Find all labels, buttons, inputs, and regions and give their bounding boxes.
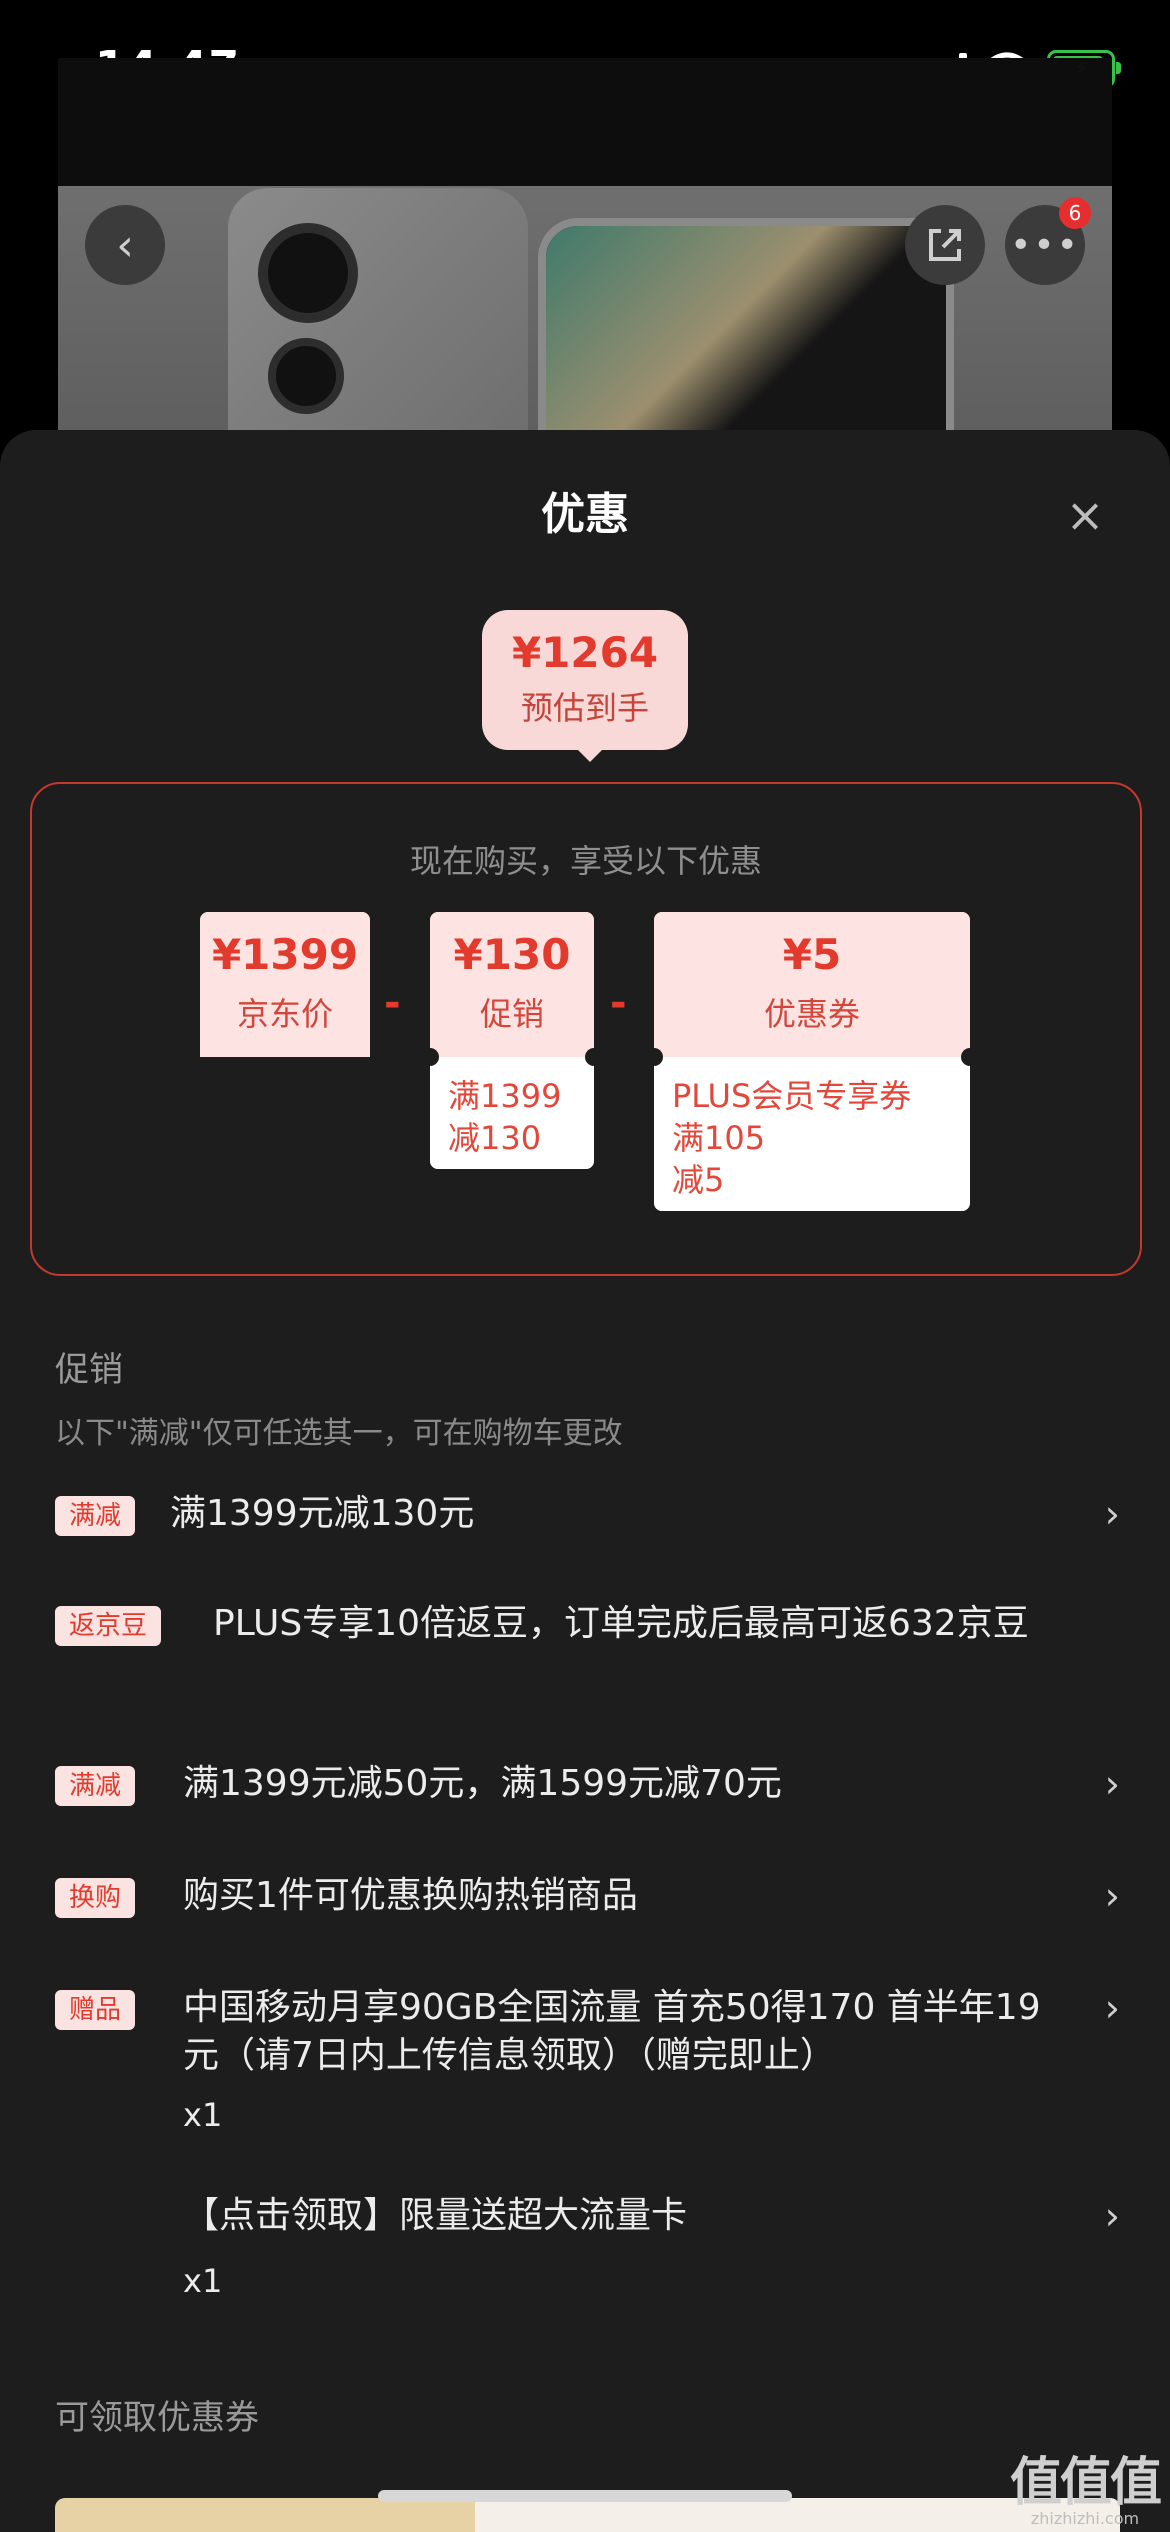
chevron-right-icon: › xyxy=(1104,1492,1120,1536)
promo-tag: 满减 xyxy=(55,1496,136,1536)
close-button[interactable]: × xyxy=(1060,490,1110,540)
card-detail-line: 减130 xyxy=(448,1119,542,1157)
card-price: ¥1399 xyxy=(211,930,359,979)
camera-lens xyxy=(268,338,344,414)
watermark-logo: 值值值 xyxy=(1009,2453,1162,2513)
estimated-price-label: 预估到手 xyxy=(520,689,649,727)
promo-item[interactable]: 换购 购买1件可优惠换购热销商品 › xyxy=(55,1872,1120,1932)
watermark: 值值值 zhizhizhi.com xyxy=(1009,2440,1162,2528)
promo-qty: x1 xyxy=(183,2262,223,2300)
phone-back-image xyxy=(228,188,528,438)
promo-text: 【点击领取】限量送超大流量卡 xyxy=(183,2195,688,2236)
promo-text: 中国移动月享90GB全国流量 首充50得170 首半年19元（请7日内上传信息领… xyxy=(183,1987,1041,2076)
sheet-title: 优惠 xyxy=(541,489,629,540)
card-name: 京东价 xyxy=(236,995,333,1033)
breakdown-subtitle: 现在购买，享受以下优惠 xyxy=(409,842,762,880)
estimated-price: ¥1264 xyxy=(511,628,659,677)
chevron-left-icon: ‹ xyxy=(116,219,134,271)
price-card-coupon: ¥5 优惠券 PLUS会员专享券 满105 减5 xyxy=(645,912,979,1211)
minus-sign: - xyxy=(384,980,401,1026)
card-price: ¥130 xyxy=(453,930,571,979)
promo-tag: 满减 xyxy=(55,1766,136,1806)
home-indicator xyxy=(378,2490,792,2502)
promo-tag: 赠品 xyxy=(55,1990,136,2030)
minus-sign: - xyxy=(610,980,627,1026)
chevron-right-icon: › xyxy=(1104,1874,1120,1918)
promotions-note: 以下"满减"仅可任选其一，可在购物车更改 xyxy=(55,1416,623,1451)
watermark-url: zhizhizhi.com xyxy=(1030,2509,1140,2528)
share-icon xyxy=(929,229,961,261)
promo-tag: 返京豆 xyxy=(55,1606,162,1646)
camera-lens xyxy=(258,223,358,323)
discount-sheet: 优惠 × ¥1264 预估到手 现在购买，享受以下优惠 ¥1399 京东价 - … xyxy=(0,430,1170,2532)
card-name: 促销 xyxy=(479,995,544,1033)
promo-text: PLUS专享10倍返豆，订单完成后最高可返632京豆 xyxy=(213,1603,1029,1644)
chevron-right-icon: › xyxy=(1104,1762,1120,1806)
card-detail-line: 满1399 xyxy=(448,1077,562,1115)
promo-text: 购买1件可优惠换购热销商品 xyxy=(183,1875,638,1916)
price-breakdown: 现在购买，享受以下优惠 ¥1399 京东价 - ¥130 促销 满1399 减1… xyxy=(30,782,1142,1276)
promo-qty: x1 xyxy=(183,2096,223,2134)
promo-text: 满1399元减130元 xyxy=(170,1493,475,1534)
card-detail-line: 减5 xyxy=(672,1161,725,1199)
estimate-pointer xyxy=(576,748,604,762)
more-dots-icon: ••• xyxy=(1010,224,1080,266)
price-card-jd: ¥1399 京东价 xyxy=(200,912,370,1057)
chevron-right-icon: › xyxy=(1104,2194,1120,2238)
card-detail-line: 满105 xyxy=(672,1119,766,1157)
phone-front-image xyxy=(538,218,954,438)
chevron-right-icon: › xyxy=(1104,1986,1120,2030)
more-button[interactable]: ••• 6 xyxy=(1005,197,1091,285)
promo-tag: 换购 xyxy=(55,1878,136,1918)
share-button[interactable] xyxy=(905,205,985,285)
card-detail-line: PLUS会员专享券 xyxy=(672,1077,912,1115)
card-details: 满1399 减130 xyxy=(430,1057,594,1169)
card-price: ¥5 xyxy=(782,930,842,979)
coupons-title: 可领取优惠券 xyxy=(55,2398,259,2438)
notification-badge: 6 xyxy=(1059,197,1091,229)
back-button[interactable]: ‹ xyxy=(85,205,165,285)
promotions-title: 促销 xyxy=(55,1350,123,1390)
price-card-promo: ¥130 促销 满1399 减130 xyxy=(421,912,603,1169)
coupon-card[interactable] xyxy=(55,2498,1120,2532)
promo-item[interactable]: 满减 满1399元减50元，满1599元减70元 › xyxy=(55,1760,1120,1820)
promo-item[interactable]: 赠品 中国移动月享90GB全国流量 首充50得170 首半年19元（请7日内上传… xyxy=(55,1984,1120,2134)
promo-item[interactable]: 返京豆 PLUS专享10倍返豆，订单完成后最高可返632京豆 xyxy=(55,1600,1120,1710)
promo-text: 满1399元减50元，满1599元减70元 xyxy=(183,1763,782,1804)
promo-item[interactable]: 【点击领取】限量送超大流量卡 x1 › xyxy=(55,2192,1120,2302)
promo-item[interactable]: 满减 满1399元减130元 › xyxy=(55,1490,1120,1550)
close-icon: × xyxy=(1065,488,1105,542)
estimated-price-box: ¥1264 预估到手 xyxy=(482,610,688,750)
card-details: PLUS会员专享券 满105 减5 xyxy=(654,1057,970,1211)
card-name: 优惠券 xyxy=(763,995,860,1033)
